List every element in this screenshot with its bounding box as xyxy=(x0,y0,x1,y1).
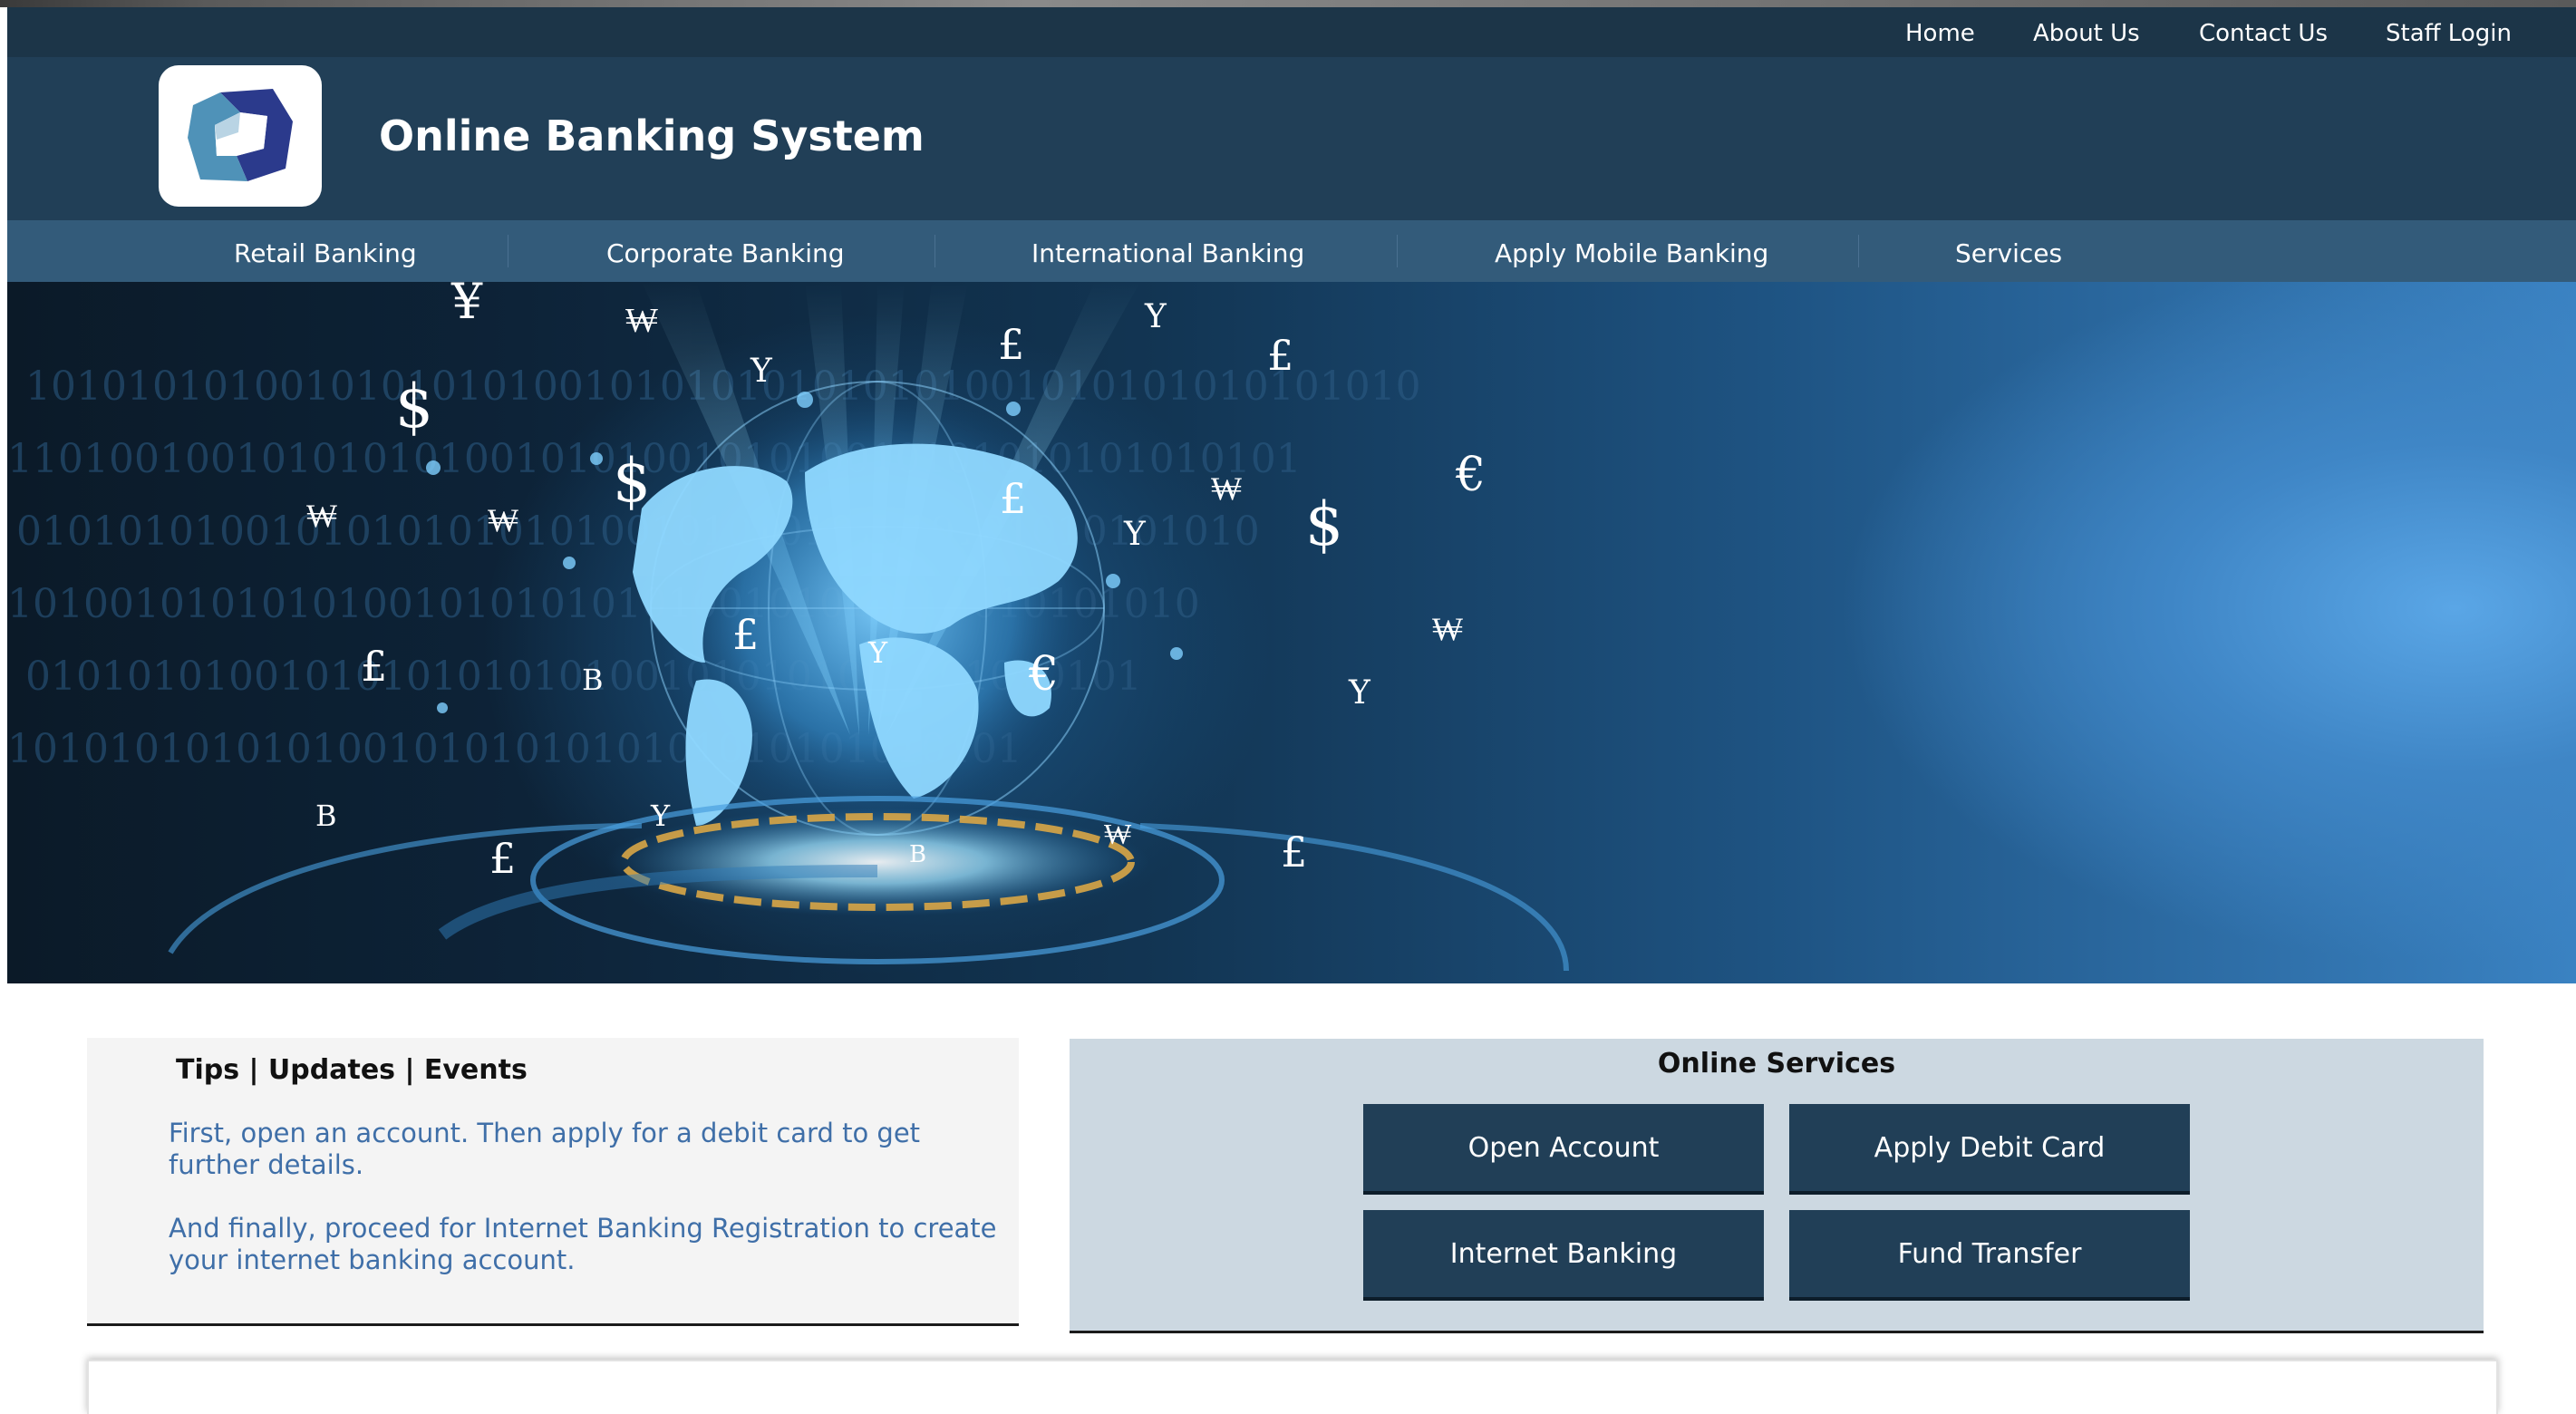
top-link-contact-us[interactable]: Contact Us xyxy=(2199,20,2328,47)
currency-symbol: ¥ xyxy=(450,282,483,330)
top-links-bar: Home About Us Contact Us Staff Login xyxy=(7,7,2576,57)
currency-symbol: ₩ xyxy=(306,498,337,535)
main-nav: Retail Banking Corporate Banking Interna… xyxy=(7,220,2576,282)
currency-symbol: ₩ xyxy=(1104,817,1132,851)
nav-divider xyxy=(1397,235,1398,267)
currency-symbol: ₩ xyxy=(1211,470,1242,508)
currency-symbol: € xyxy=(1455,448,1486,502)
top-link-about-us[interactable]: About Us xyxy=(2033,20,2140,47)
bank-logo-icon xyxy=(188,89,293,181)
apply-debit-card-button[interactable]: Apply Debit Card xyxy=(1789,1104,2190,1195)
currency-symbol: Y xyxy=(650,799,671,833)
currency-symbol: B xyxy=(582,663,604,697)
currency-symbol: £ xyxy=(1281,828,1307,876)
currency-symbol: £ xyxy=(489,834,516,883)
tips-panel: Tips | Updates | Events First, open an a… xyxy=(87,1038,1019,1326)
currency-symbol: € xyxy=(1028,647,1059,702)
top-link-home[interactable]: Home xyxy=(1905,20,1975,47)
currency-symbol: Y xyxy=(1348,674,1371,712)
open-account-button[interactable]: Open Account xyxy=(1363,1104,1764,1195)
currency-symbol: £ xyxy=(732,610,759,659)
nav-services[interactable]: Services xyxy=(1955,238,2062,268)
currency-symbol: Y xyxy=(750,353,773,390)
content-card xyxy=(87,1360,2498,1414)
nav-apply-mobile-banking[interactable]: Apply Mobile Banking xyxy=(1495,238,1768,268)
brand-bar: Online Banking System xyxy=(7,57,2576,220)
currency-symbol: ₩ xyxy=(488,502,518,539)
globe-currency-banner: 1010101010010101010100101010101010101001… xyxy=(7,282,1569,972)
currency-symbol: Y xyxy=(1123,516,1147,553)
top-link-staff-login[interactable]: Staff Login xyxy=(2386,20,2512,47)
currency-symbol: B xyxy=(909,841,926,868)
currency-symbol: £ xyxy=(1267,331,1293,380)
currency-symbol: $ xyxy=(613,446,651,516)
currency-symbol: £ xyxy=(1000,474,1026,523)
nav-retail-banking[interactable]: Retail Banking xyxy=(234,238,417,268)
currency-symbol: Y xyxy=(867,635,888,670)
logo[interactable] xyxy=(159,65,322,207)
online-services-panel: Online Services Open Account Apply Debit… xyxy=(1070,1039,2484,1333)
window-edge xyxy=(0,0,2576,7)
currency-symbol: B xyxy=(315,799,337,833)
currency-symbol: £ xyxy=(361,642,387,691)
internet-banking-button[interactable]: Internet Banking xyxy=(1363,1210,1764,1301)
currency-symbol: Y xyxy=(1144,298,1167,335)
tips-heading: Tips | Updates | Events xyxy=(176,1054,528,1086)
hero-banner: 1010101010010101010100101010101010101001… xyxy=(7,282,2576,983)
fund-transfer-button[interactable]: Fund Transfer xyxy=(1789,1210,2190,1301)
currency-symbol: ₩ xyxy=(625,300,658,340)
tips-paragraph: And finally, proceed for Internet Bankin… xyxy=(169,1213,997,1275)
currency-symbol: $ xyxy=(395,372,433,441)
tips-paragraph: First, open an account. Then apply for a… xyxy=(169,1118,921,1180)
currency-symbol: $ xyxy=(1305,489,1343,559)
nav-divider xyxy=(1858,235,1859,267)
site-title: Online Banking System xyxy=(379,111,925,160)
currency-symbol: £ xyxy=(998,320,1024,369)
nav-corporate-banking[interactable]: Corporate Banking xyxy=(606,238,845,268)
svg-text:110100100101010101001010100101: 1101001001010101010010101001010100101010… xyxy=(7,436,1302,482)
online-services-heading: Online Services xyxy=(1657,1048,1896,1080)
page: Home About Us Contact Us Staff Login Onl… xyxy=(0,0,2576,1414)
currency-symbol: ₩ xyxy=(1432,611,1463,648)
nav-international-banking[interactable]: International Banking xyxy=(1031,238,1304,268)
